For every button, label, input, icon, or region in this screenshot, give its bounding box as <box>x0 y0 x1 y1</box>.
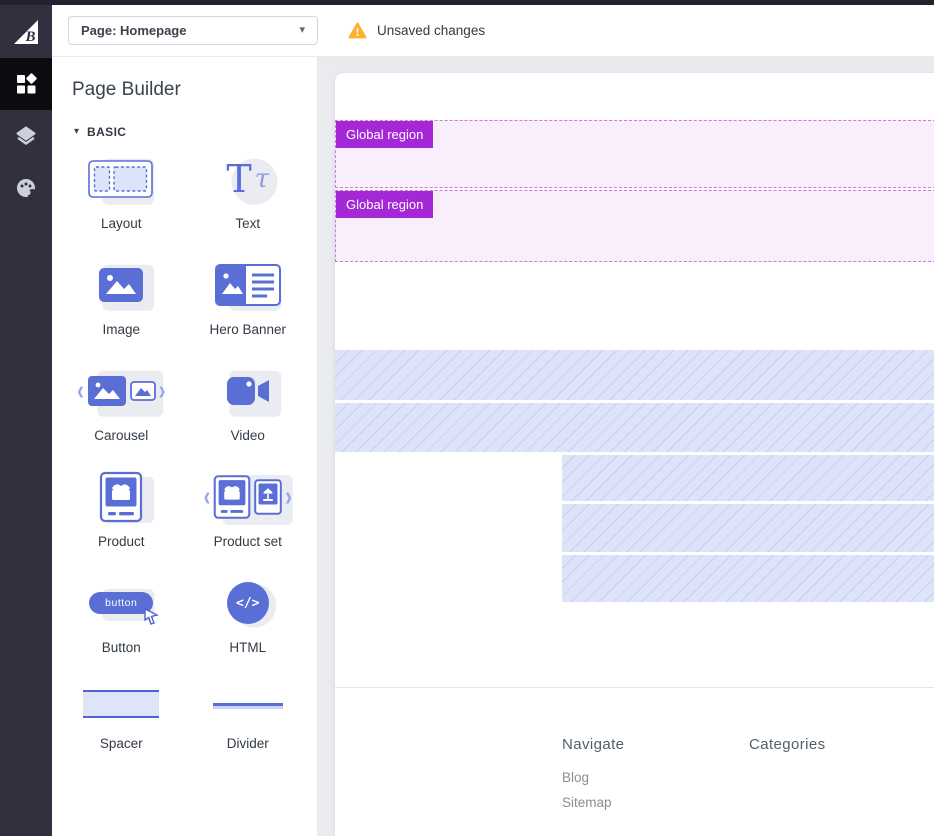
tile-label: HTML <box>229 640 266 655</box>
spacer-icon <box>83 690 159 718</box>
warning-icon <box>348 22 367 39</box>
tile-label: Product <box>98 534 145 549</box>
panel-title: Page Builder <box>72 79 317 101</box>
video-icon <box>224 374 272 408</box>
placeholder-band-right-1[interactable] <box>562 455 934 501</box>
unsaved-changes-status: Unsaved changes <box>348 22 485 39</box>
footer-column-navigate: Navigate Blog Sitemap <box>562 736 749 810</box>
page-footer: Navigate Blog Sitemap Categories <box>562 736 934 810</box>
chevron-right-icon: › <box>159 377 166 405</box>
tile-label: Carousel <box>94 428 148 443</box>
tile-label: Product set <box>214 534 282 549</box>
tile-label: Video <box>231 428 265 443</box>
page-select-value: Page: Homepage <box>81 23 186 38</box>
unsaved-changes-label: Unsaved changes <box>377 23 485 38</box>
footer-divider <box>335 687 934 688</box>
chevron-left-icon: ‹ <box>204 483 211 511</box>
page-builder-panel: Page Builder ▾ BASIC Layout T <box>52 57 318 836</box>
sidebar-item-page-builder[interactable] <box>0 58 52 110</box>
product-icon <box>99 471 143 523</box>
layers-icon <box>14 124 38 148</box>
carousel-icon: ‹ › <box>77 375 165 407</box>
window-top-strip <box>0 0 934 5</box>
placeholder-right-column <box>562 455 934 602</box>
tile-label: Text <box>235 216 260 231</box>
widget-tiles-grid: Layout Tτ Text Image <box>52 151 317 751</box>
image-icon <box>98 267 144 303</box>
placeholder-band-right-3[interactable] <box>562 555 934 602</box>
widget-tile-image[interactable]: Image <box>58 257 185 337</box>
chevron-left-icon: ‹ <box>77 377 84 405</box>
placeholder-band-full-1[interactable] <box>335 350 934 400</box>
chevron-right-icon: › <box>285 483 292 511</box>
svg-text:B: B <box>24 29 35 45</box>
tile-label: Hero Banner <box>209 322 286 337</box>
tile-label: Spacer <box>100 736 143 751</box>
global-region-1[interactable]: Global region <box>335 120 934 188</box>
hero-banner-icon <box>215 264 281 306</box>
bigcommerce-logo[interactable]: B <box>0 0 52 58</box>
tile-label: Layout <box>101 216 142 231</box>
footer-link-blog[interactable]: Blog <box>562 770 749 785</box>
widget-tile-product[interactable]: Product <box>58 469 185 549</box>
footer-heading: Categories <box>749 736 826 753</box>
widget-tile-html[interactable]: </> HTML <box>185 575 312 655</box>
widget-tile-spacer[interactable]: Spacer <box>58 681 185 751</box>
widget-tile-text[interactable]: Tτ Text <box>185 151 312 231</box>
footer-heading: Navigate <box>562 736 749 753</box>
tile-label: Image <box>102 322 140 337</box>
button-icon: button <box>89 592 153 614</box>
global-region-badge: Global region <box>336 121 433 148</box>
palette-icon <box>14 176 38 200</box>
page-select-dropdown[interactable]: Page: Homepage ▾ <box>68 16 318 45</box>
layout-icon <box>88 159 154 199</box>
global-region-badge: Global region <box>336 191 433 218</box>
html-icon: </> <box>227 582 269 624</box>
placeholder-band-full-2[interactable] <box>335 403 934 452</box>
text-icon: Tτ <box>226 160 269 198</box>
app-sidebar: B <box>0 0 52 836</box>
widget-tile-carousel[interactable]: ‹ › Carousel <box>58 363 185 443</box>
chevron-down-icon: ▾ <box>299 25 305 36</box>
placeholder-band-right-2[interactable] <box>562 504 934 552</box>
tile-label: Button <box>102 640 141 655</box>
widget-tile-layout[interactable]: Layout <box>58 151 185 231</box>
tile-label: Divider <box>227 736 269 751</box>
top-toolbar: Page: Homepage ▾ Unsaved changes <box>52 5 934 57</box>
footer-column-categories: Categories <box>749 736 826 810</box>
footer-link-sitemap[interactable]: Sitemap <box>562 795 749 810</box>
sidebar-item-theme-styles[interactable] <box>0 162 52 214</box>
section-basic-label: BASIC <box>87 125 126 139</box>
chevron-down-icon: ▾ <box>74 127 79 137</box>
widget-tile-hero-banner[interactable]: Hero Banner <box>185 257 312 337</box>
widget-tile-divider[interactable]: Divider <box>185 681 312 751</box>
canvas-background: Global region Global region Navigate Blo… <box>318 57 934 836</box>
bigcommerce-logo-icon: B <box>11 17 41 47</box>
widgets-icon <box>14 72 38 96</box>
widget-tile-video[interactable]: Video <box>185 363 312 443</box>
sidebar-item-layers[interactable] <box>0 110 52 162</box>
widget-tile-product-set[interactable]: ‹ › <box>185 469 312 549</box>
product-set-icon: ‹ › <box>204 473 292 521</box>
divider-icon <box>213 703 283 706</box>
page-preview[interactable]: Global region Global region Navigate Blo… <box>335 73 934 836</box>
cursor-icon <box>143 608 161 626</box>
section-basic-toggle[interactable]: ▾ BASIC <box>74 125 317 139</box>
global-region-2[interactable]: Global region <box>335 190 934 262</box>
widget-tile-button[interactable]: button Button <box>58 575 185 655</box>
